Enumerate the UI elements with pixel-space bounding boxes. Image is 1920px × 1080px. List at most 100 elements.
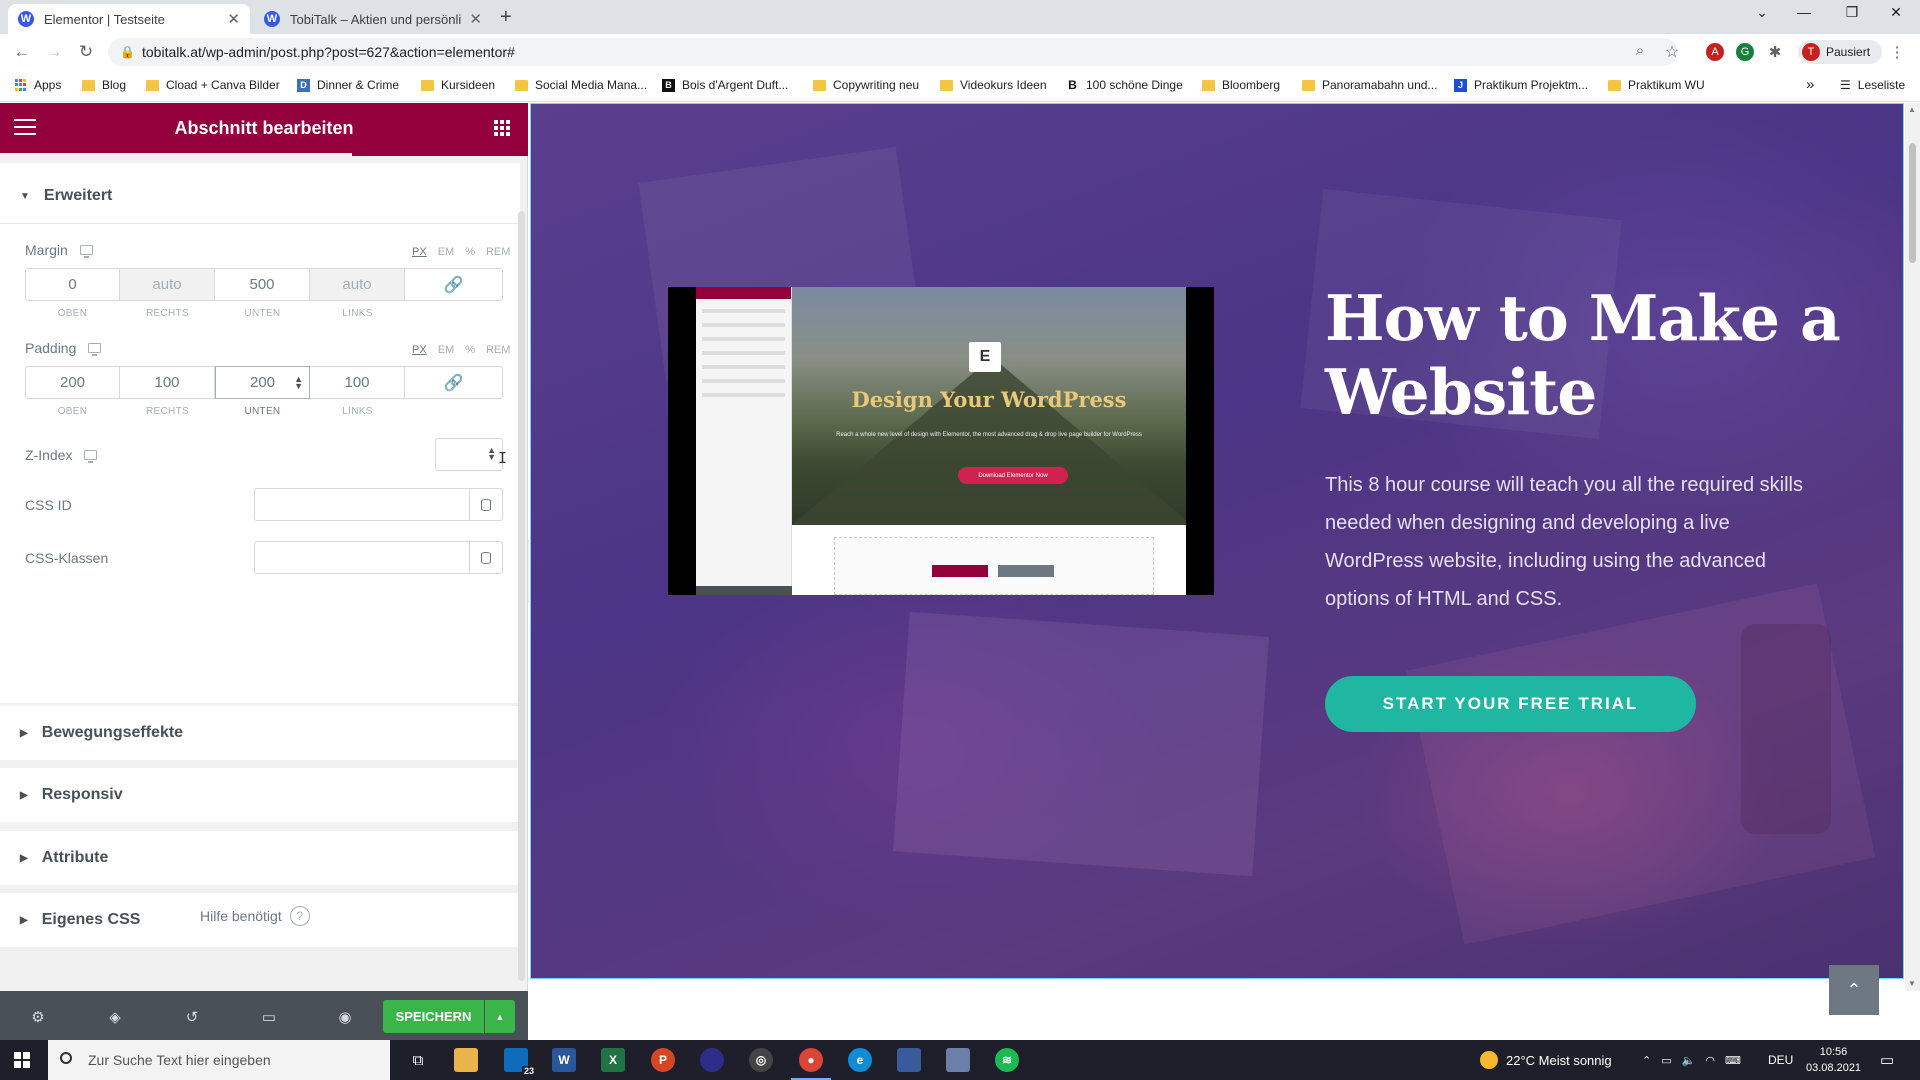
preview-eye-icon[interactable]: ◉ [336,1008,354,1026]
responsive-desktop-icon[interactable] [84,450,98,463]
scrollbar-thumb[interactable] [1909,143,1916,263]
bookmark-apps[interactable]: Apps [14,78,61,92]
unit-percent[interactable]: % [465,246,475,258]
section-responsive[interactable]: ▶ Responsiv [0,768,520,822]
section-attributes[interactable]: ▶ Attribute [0,831,520,885]
word-icon[interactable]: W [552,1048,576,1072]
unit-rem[interactable]: REM [486,344,510,356]
padding-left-input[interactable]: 100 [310,366,405,399]
weather-widget[interactable]: 22°C Meist sonnig [1480,1040,1612,1080]
calculator-icon[interactable] [946,1048,970,1072]
grammarly-extension-icon[interactable]: G [1736,43,1754,61]
panel-scrollbar[interactable] [518,211,525,981]
responsive-desktop-icon[interactable] [88,343,102,356]
scroll-down-icon[interactable]: ▼ [1908,979,1916,988]
tray-chevron-up-icon[interactable]: ⌃ [1642,1054,1651,1067]
wifi-icon[interactable]: ◠ [1705,1054,1715,1067]
unit-px[interactable]: PX [412,246,427,258]
dynamic-tags-icon[interactable] [469,489,502,520]
new-tab-button[interactable]: + [500,6,512,29]
padding-top-input[interactable]: 200 [25,366,120,399]
z-index-input[interactable]: ▲ ▼ [435,438,503,471]
obs-icon[interactable]: ◎ [749,1048,773,1072]
margin-left-input[interactable]: auto [310,268,405,301]
app-icon[interactable] [897,1048,921,1072]
minimize-icon[interactable]: — [1784,4,1824,20]
scroll-up-icon[interactable]: ▲ [1908,105,1916,114]
extensions-puzzle-icon[interactable]: ✱ [1766,43,1784,61]
bookmark-kursideen[interactable]: Kursideen [421,78,495,92]
unit-em[interactable]: EM [438,344,455,356]
reload-icon[interactable]: ↻ [76,42,96,62]
bookmark-100-dinge[interactable]: B 100 schöne Dinge [1066,78,1183,92]
bookmark-bloomberg[interactable]: Bloomberg [1202,78,1280,92]
profile-button[interactable]: T Pausiert [1798,40,1882,64]
notifications-icon[interactable]: ▭ [1880,1040,1894,1080]
bookmark-social-media[interactable]: Social Media Mana... [515,78,647,92]
save-options-caret-icon[interactable]: ▲ [485,1000,515,1033]
edge-icon[interactable]: e [848,1048,872,1072]
unit-rem[interactable]: REM [486,246,510,258]
settings-gear-icon[interactable]: ⚙ [29,1008,47,1026]
section-motion-effects[interactable]: ▶ Bewegungseffekte [0,706,520,760]
language-indicator[interactable]: DEU [1768,1040,1793,1080]
help-link[interactable]: Hilfe benötigt ? [200,906,310,926]
tab-tobitalk[interactable]: W TobiTalk – Aktien und persönliche ✕ [254,4,492,34]
margin-top-input[interactable]: 0 [25,268,120,301]
spinner-arrows-icon[interactable]: ▲ ▼ [487,446,496,462]
url-input[interactable]: 🔒 tobitalk.at/wp-admin/post.php?post=627… [108,38,1678,66]
close-icon[interactable]: ✕ [227,10,240,28]
app-icon[interactable] [700,1048,724,1072]
video-embed[interactable]: E Design Your WordPress Reach a whole ne… [668,287,1214,595]
taskbar-search-input[interactable]: Zur Suche Text hier eingeben [48,1040,390,1080]
bookmark-star-icon[interactable]: ☆ [1662,42,1682,62]
history-icon[interactable]: ↺ [183,1008,201,1026]
more-bookmarks-button[interactable]: » [1806,76,1814,93]
unit-px[interactable]: PX [412,344,427,356]
tab-elementor[interactable]: W Elementor | Testseite ✕ [8,4,250,34]
link-values-icon[interactable]: 🔗 [405,366,503,399]
spinner-arrows-icon[interactable]: ▲ ▼ [294,375,303,391]
dynamic-tags-icon[interactable] [469,542,502,573]
bookmark-canva[interactable]: Cload + Canva Bilder [146,78,280,92]
advanced-section-toggle[interactable]: ▼ Erweitert [20,187,112,205]
responsive-desktop-icon[interactable] [79,245,93,258]
bookmark-praktikum-projekt[interactable]: J Praktikum Projektm... [1454,78,1588,92]
mail-icon[interactable]: 23 [504,1048,536,1076]
widgets-grid-icon[interactable] [494,120,510,136]
tab-search-icon[interactable]: ⌄ [1742,4,1782,21]
keyboard-icon[interactable]: ⌨ [1725,1054,1741,1067]
adblock-extension-icon[interactable]: A [1706,43,1724,61]
bookmark-dinner-crime[interactable]: D Dinner & Crime [297,78,399,92]
margin-bottom-input[interactable]: 500 [215,268,310,301]
unit-percent[interactable]: % [465,344,475,356]
navigator-layers-icon[interactable]: ◈ [106,1008,124,1026]
padding-right-input[interactable]: 100 [120,366,215,399]
forward-icon[interactable]: → [44,42,64,62]
spotify-icon[interactable]: ≋ [995,1048,1019,1072]
close-icon[interactable]: ✕ [469,10,482,28]
page-scrollbar[interactable]: ▲ ▼ [1905,103,1920,991]
bookmark-videokurs[interactable]: Videokurs Ideen [940,78,1047,92]
margin-right-input[interactable]: auto [120,268,215,301]
zoom-icon[interactable]: ⌕ [1630,42,1650,59]
start-free-trial-button[interactable]: START YOUR FREE TRIAL [1325,676,1696,732]
bookmark-bois-dargent[interactable]: B Bois d'Argent Duft... [662,78,788,92]
padding-bottom-input[interactable]: 200 ▲ ▼ [215,366,310,399]
bookmark-blog[interactable]: Blog [82,78,126,92]
css-id-input[interactable] [254,488,503,521]
back-icon[interactable]: ← [12,42,32,62]
file-explorer-icon[interactable] [454,1048,478,1072]
clock[interactable]: 10:56 03.08.2021 [1806,1040,1861,1080]
reading-list-button[interactable]: ☰ Leseliste [1840,78,1905,92]
excel-icon[interactable]: X [601,1048,625,1072]
scroll-to-top-button[interactable]: ⌃ [1829,965,1879,1015]
chrome-icon[interactable]: ● [791,1048,831,1080]
save-button[interactable]: SPEICHERN [383,1000,484,1033]
restore-icon[interactable]: ❐ [1832,4,1872,21]
powerpoint-icon[interactable]: P [651,1048,675,1072]
volume-icon[interactable]: 🔈 [1682,1054,1696,1067]
window-close-icon[interactable]: ✕ [1876,4,1916,21]
responsive-mode-icon[interactable]: ▭ [260,1008,278,1026]
css-classes-input[interactable] [254,541,503,574]
